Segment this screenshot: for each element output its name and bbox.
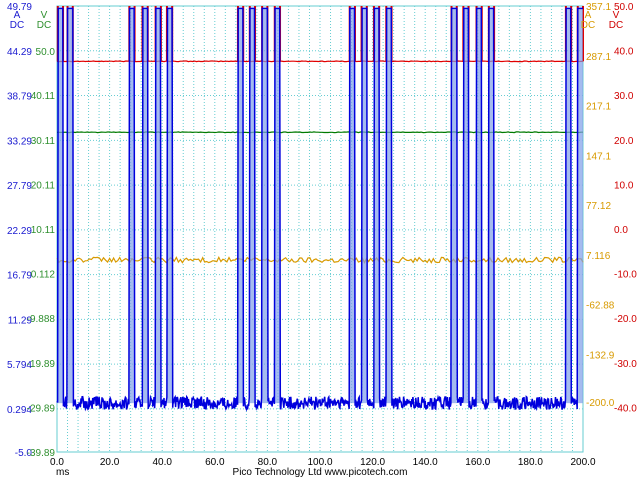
x-tick-label: 160.0: [465, 457, 490, 468]
y-tick-label-orange: 147.1: [586, 151, 611, 162]
y-tick-label-red: 40.0: [614, 47, 634, 58]
y-tick-label-green: -19.89: [27, 359, 56, 370]
y-tick-label-red: -40.0: [614, 403, 637, 414]
x-tick-label: 20.0: [100, 457, 120, 468]
y-tick-label-green: 30.11: [31, 136, 56, 147]
y-tick-label-orange: 217.1: [586, 102, 611, 113]
x-tick-label: 40.0: [152, 457, 172, 468]
trace-blue-pulse-fill: [262, 8, 268, 404]
y-tick-label-red: -20.0: [614, 314, 637, 325]
y-tick-label-blue: 38.79: [7, 92, 32, 103]
y-tick-label-red: 10.0: [614, 180, 634, 191]
y-tick-label-blue: 27.79: [7, 181, 32, 192]
y-tick-label-red: -30.0: [614, 359, 637, 370]
y-tick-label-green: 50.0: [36, 47, 56, 58]
trace-blue-pulse-fill: [67, 8, 73, 404]
oscilloscope-chart: 0.0 20.0 40.0 60.0 80.0 100.0 120.0 140.0 160.0 1…: [0, 0, 640, 480]
y-tick-label-green: 10.11: [31, 225, 56, 236]
y-tick-label-blue: 33.29: [7, 136, 32, 147]
y-tick-label-green: 40.11: [31, 91, 56, 102]
y-tick-label-orange: -62.88: [586, 301, 615, 312]
y-tick-label-orange: 7.116: [586, 251, 611, 262]
x-tick-label: 200.0: [570, 457, 595, 468]
x-axis-unit-label: ms: [56, 467, 69, 478]
y-tick-label-blue: 44.29: [7, 47, 32, 58]
y-tick-label-green: 20.11: [31, 180, 56, 191]
y-tick-label-red: -10.0: [614, 270, 637, 281]
y-tick-label-green: -9.888: [27, 314, 56, 325]
axis-unit-type-blue: DC: [10, 20, 24, 31]
x-tick-label: 60.0: [205, 457, 225, 468]
y-tick-label-orange: 77.12: [586, 201, 611, 212]
trace-red: [56, 60, 583, 63]
x-tick-label: 180.0: [518, 457, 543, 468]
trace-blue-pulse-fill: [451, 8, 457, 404]
x-tick-label: 140.0: [413, 457, 438, 468]
y-tick-label-green: -29.89: [27, 403, 56, 414]
y-tick-label-red: 30.0: [614, 91, 634, 102]
trace-blue-pulse-fill: [577, 8, 583, 404]
y-tick-label-orange: -200.0: [586, 398, 615, 409]
trace-green: [56, 131, 583, 134]
axis-unit-type-green: DC: [37, 20, 51, 31]
axis-unit-type-red: DC: [609, 20, 623, 31]
y-tick-label-orange: 287.1: [586, 52, 611, 63]
y-tick-label-green: -39.89: [27, 448, 56, 459]
y-tick-label-blue: 22.29: [7, 226, 32, 237]
y-tick-label-red: 20.0: [614, 136, 634, 147]
y-tick-label-red: 0.0: [614, 225, 628, 236]
y-tick-label-green: 0.112: [31, 270, 56, 281]
y-tick-label-orange: -132.9: [586, 350, 615, 361]
axis-unit-type-orange: DC: [581, 20, 595, 31]
footer-credit: Pico Technology Ltd www.picotech.com: [233, 467, 408, 478]
y-tick-label-blue: 16.79: [7, 271, 32, 282]
